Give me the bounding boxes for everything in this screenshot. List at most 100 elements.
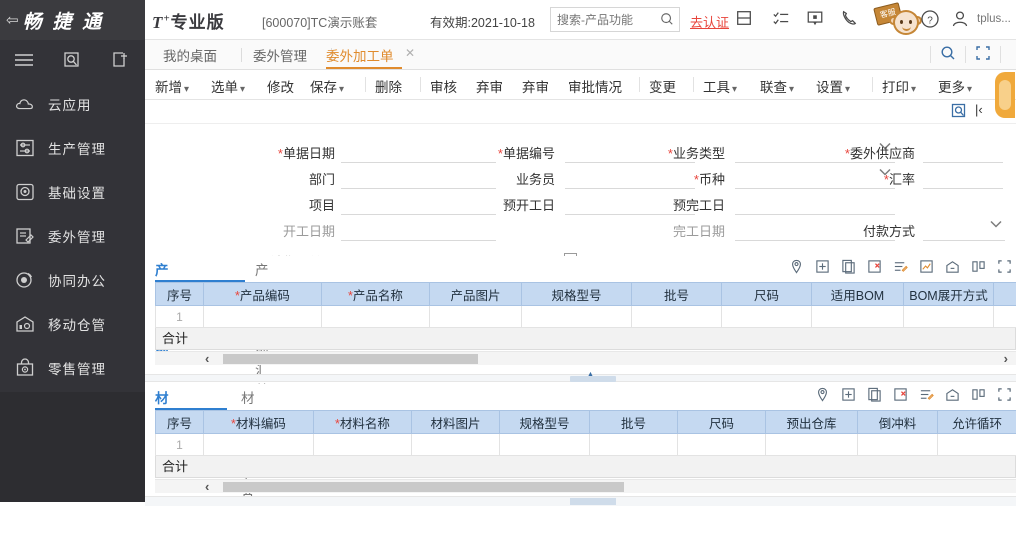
input-planned-finish-date[interactable] <box>735 192 895 215</box>
toolbar-button-change[interactable]: 变更 <box>649 76 676 96</box>
fullscreen-icon[interactable] <box>997 259 1012 277</box>
scroll-left-arrow[interactable]: ‹ <box>205 479 209 494</box>
add-row-icon[interactable] <box>841 387 856 405</box>
column-header[interactable]: 产品图片 <box>430 283 522 306</box>
columns-icon[interactable] <box>971 387 986 405</box>
column-header[interactable]: 预出仓库 <box>766 411 858 434</box>
chart-icon[interactable] <box>919 259 934 277</box>
input-start-date[interactable] <box>341 218 496 241</box>
message-icon[interactable] <box>806 9 828 31</box>
edit-list-icon[interactable] <box>919 387 934 405</box>
toolbar-button-approval-status[interactable]: 审批情况 <box>568 76 622 96</box>
sidebar-item-basic-settings[interactable]: 基础设置 <box>0 170 145 214</box>
column-header[interactable]: 尺码 <box>678 411 766 434</box>
scrollbar-thumb[interactable] <box>223 354 478 364</box>
user-name-label[interactable]: tplus... <box>977 13 1011 25</box>
table-cell[interactable] <box>632 306 722 328</box>
page-tab-my-desktop[interactable]: 我的桌面 <box>163 45 217 65</box>
fullscreen-icon[interactable] <box>997 387 1012 405</box>
column-header[interactable]: *产品编码 <box>204 283 322 306</box>
input-outsourcing-supplier[interactable] <box>923 140 1003 163</box>
certify-link[interactable]: 去认证 <box>690 12 729 31</box>
back-arrow-icon[interactable]: ⇦ <box>6 11 19 29</box>
horizontal-scrollbar-top[interactable]: ‹ › <box>155 351 1016 365</box>
table-cell[interactable] <box>412 434 500 456</box>
column-header[interactable]: 适用BOM <box>812 283 904 306</box>
location-icon[interactable] <box>789 259 804 277</box>
search-box[interactable] <box>550 7 680 32</box>
column-header[interactable]: 倒冲料 <box>858 411 938 434</box>
close-icon[interactable]: ✕ <box>405 46 415 60</box>
column-header[interactable]: 规格型号 <box>500 411 590 434</box>
toolbar-button-modify[interactable]: 修改 <box>267 76 294 96</box>
customer-service-mascot-icon[interactable]: 客服 <box>875 3 921 39</box>
bottom-splitter[interactable] <box>145 496 1016 506</box>
column-header[interactable]: *材料编码 <box>204 411 314 434</box>
locate-record-icon[interactable] <box>951 103 967 122</box>
add-row-icon[interactable] <box>815 259 830 277</box>
help-circle-icon[interactable]: ? <box>920 9 942 31</box>
sidebar-item-production[interactable]: 生产管理 <box>0 126 145 170</box>
table-cell[interactable] <box>430 306 522 328</box>
table-cell[interactable] <box>522 306 632 328</box>
column-header[interactable]: *产品名称 <box>322 283 430 306</box>
horizontal-scrollbar-bottom[interactable]: ‹ <box>155 479 1016 493</box>
user-icon[interactable] <box>950 9 972 31</box>
toolbar-button-unaudit[interactable]: 弃审 <box>476 76 503 96</box>
toolbar-button-add[interactable]: 新增▾ <box>155 76 189 96</box>
sidebar-item-retail[interactable]: 零售管理 <box>0 346 145 390</box>
column-header[interactable]: 尺码 <box>722 283 812 306</box>
sidebar-item-outsourcing[interactable]: 委外管理 <box>0 214 145 258</box>
copy-row-icon[interactable] <box>867 387 882 405</box>
column-header[interactable]: 规格型号 <box>522 283 632 306</box>
import-icon[interactable] <box>945 259 960 277</box>
table-cell[interactable] <box>314 434 412 456</box>
copy-row-icon[interactable] <box>841 259 856 277</box>
table-cell[interactable]: 1 <box>156 434 204 456</box>
toolbar-button-print[interactable]: 打印▾ <box>882 76 916 96</box>
search-icon[interactable] <box>940 45 956 64</box>
scrollbar-thumb[interactable] <box>223 482 624 492</box>
search-icon[interactable] <box>660 12 674 29</box>
table-row[interactable]: 1 <box>156 306 1016 328</box>
panel-splitter[interactable] <box>145 374 1016 382</box>
scroll-left-arrow[interactable]: ‹ <box>205 351 209 366</box>
toolbar-button-delete[interactable]: 删除 <box>375 76 402 96</box>
table-cell[interactable] <box>204 306 322 328</box>
phone-icon[interactable] <box>840 9 862 31</box>
save-icon[interactable] <box>735 9 757 31</box>
table-cell[interactable] <box>500 434 590 456</box>
sidebar-item-mobile-warehouse[interactable]: 移动仓管 <box>0 302 145 346</box>
table-cell[interactable] <box>904 306 994 328</box>
table-cell[interactable] <box>858 434 938 456</box>
task-list-icon[interactable] <box>772 9 794 31</box>
column-header[interactable]: 序号 <box>156 283 204 306</box>
add-doc-icon[interactable] <box>96 50 144 73</box>
column-header[interactable]: 批号 <box>632 283 722 306</box>
floating-service-widget[interactable] <box>995 72 1016 124</box>
menu-icon[interactable] <box>0 52 48 71</box>
table-cell[interactable]: 1 <box>156 306 204 328</box>
table-cell[interactable] <box>590 434 678 456</box>
toolbar-button-save[interactable]: 保存▾ <box>310 76 344 96</box>
page-tab-outsourcing-mgmt[interactable]: 委外管理 <box>253 45 307 65</box>
first-record-icon[interactable]: |‹ <box>975 102 983 117</box>
scroll-right-arrow[interactable]: › <box>1004 351 1008 366</box>
toolbar-button-select[interactable]: 选单▾ <box>211 76 245 96</box>
search-input[interactable] <box>551 8 651 31</box>
input-exchange-rate[interactable] <box>923 166 1003 189</box>
toolbar-button-unaudit2[interactable]: 弃审 <box>522 76 549 96</box>
toolbar-button-settings[interactable]: 设置▾ <box>816 76 850 96</box>
column-header[interactable]: 允许循环 <box>938 411 1016 434</box>
location-icon[interactable] <box>815 387 830 405</box>
table-cell[interactable] <box>994 306 1016 328</box>
page-tab-outsourcing-order[interactable]: 委外加工单 <box>326 45 394 65</box>
table-cell[interactable] <box>722 306 812 328</box>
toolbar-button-tools[interactable]: 工具▾ <box>703 76 737 96</box>
import-icon[interactable] <box>945 387 960 405</box>
columns-icon[interactable] <box>971 259 986 277</box>
sidebar-item-collaboration[interactable]: 协同办公 <box>0 258 145 302</box>
table-row[interactable]: 1 <box>156 434 1016 456</box>
search-doc-icon[interactable] <box>48 50 96 73</box>
column-header[interactable]: 序号 <box>156 411 204 434</box>
